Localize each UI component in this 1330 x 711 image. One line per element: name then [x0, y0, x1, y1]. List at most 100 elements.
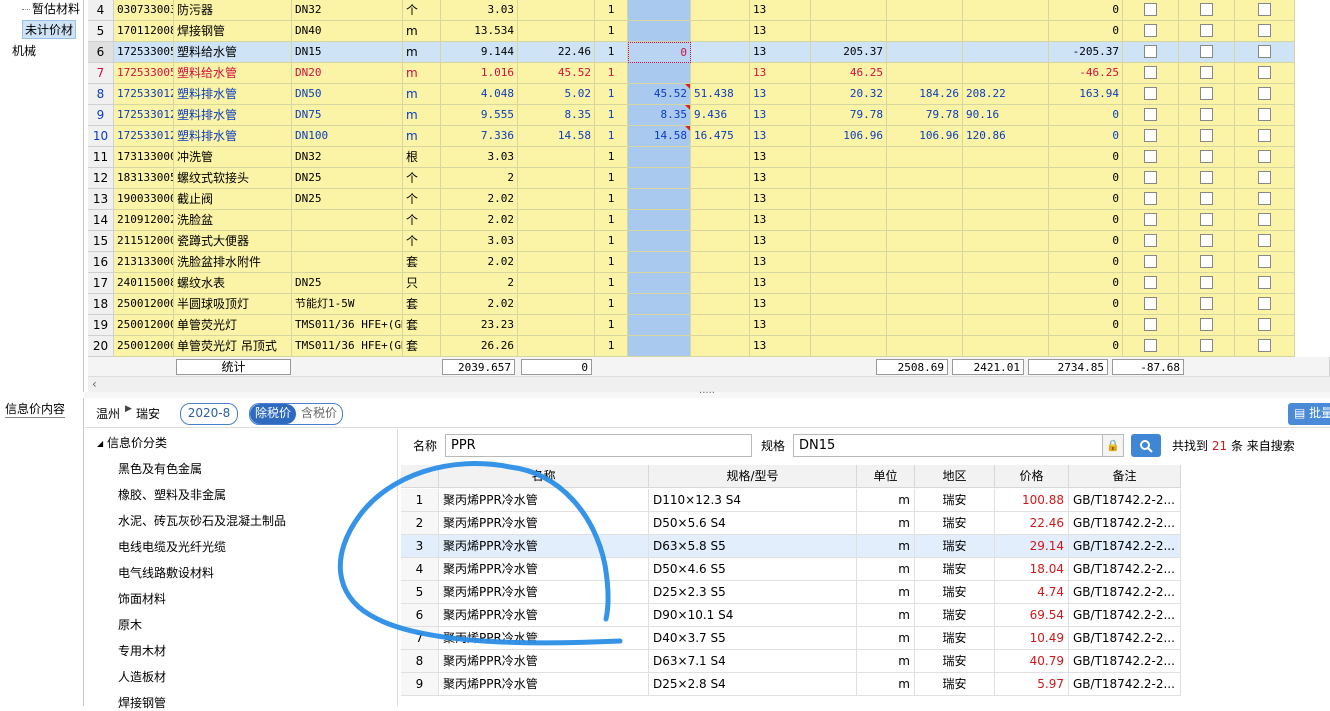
row-checkbox[interactable]	[1144, 150, 1157, 163]
panel-splitter[interactable]: ·····	[84, 389, 1330, 399]
column-header[interactable]: 名称	[439, 465, 649, 488]
grid-checkbox-cell[interactable]	[1179, 21, 1235, 42]
grid-checkbox-cell[interactable]	[1179, 0, 1235, 21]
category-item[interactable]: 人造板材	[118, 668, 166, 685]
category-item[interactable]: 电线电缆及光纤光缆	[118, 538, 226, 555]
grid-checkbox-cell[interactable]	[1123, 315, 1179, 336]
grid-cell-c13[interactable]	[963, 0, 1049, 21]
row-checkbox[interactable]	[1144, 129, 1157, 142]
grid-cell-c13[interactable]	[963, 252, 1049, 273]
grid-cell-c12[interactable]	[887, 336, 963, 357]
period-button[interactable]: 2020-8	[180, 403, 238, 425]
grid-cell-c6[interactable]	[518, 189, 595, 210]
row-checkbox[interactable]	[1200, 234, 1213, 247]
grid-cell-c10[interactable]: 13	[750, 84, 811, 105]
tree-item-provisional-material[interactable]: 暂估材料	[22, 0, 80, 17]
grid-cell-c6[interactable]	[518, 168, 595, 189]
row-checkbox[interactable]	[1144, 108, 1157, 121]
grid-cell-name[interactable]: 螺纹水表	[174, 273, 292, 294]
grid-cell-qty[interactable]: 9.555	[441, 105, 518, 126]
breadcrumb-district[interactable]: 瑞安	[136, 405, 160, 422]
grid-cell-unit[interactable]: m	[403, 42, 441, 63]
grid-checkbox-cell[interactable]	[1123, 168, 1179, 189]
grid-cell-c11[interactable]	[811, 147, 887, 168]
category-header[interactable]: ◢ 信息价分类	[97, 434, 167, 451]
scroll-left-icon[interactable]: ‹	[92, 377, 97, 392]
grid-cell-unit[interactable]: m	[403, 21, 441, 42]
grid-cell-no[interactable]: 14	[88, 210, 114, 231]
grid-cell-c7[interactable]: 1	[595, 336, 628, 357]
grid-checkbox-cell[interactable]	[1235, 105, 1295, 126]
grid-cell-c12[interactable]: 79.78	[887, 105, 963, 126]
row-checkbox[interactable]	[1144, 45, 1157, 58]
grid-cell-c8[interactable]	[628, 252, 691, 273]
grid-checkbox-cell[interactable]	[1123, 294, 1179, 315]
row-checkbox[interactable]	[1200, 129, 1213, 142]
grid-checkbox-cell[interactable]	[1179, 168, 1235, 189]
grid-cell-code[interactable]: 172533012	[114, 126, 174, 147]
grid-cell-qty[interactable]: 1.016	[441, 63, 518, 84]
grid-cell-c13[interactable]	[963, 63, 1049, 84]
grid-cell-c10[interactable]: 13	[750, 273, 811, 294]
grid-cell-unit[interactable]: 套	[403, 336, 441, 357]
row-checkbox[interactable]	[1144, 24, 1157, 37]
grid-cell-name[interactable]: 塑料给水管	[174, 42, 292, 63]
grid-cell-c6[interactable]	[518, 21, 595, 42]
grid-cell-c7[interactable]: 1	[595, 105, 628, 126]
grid-cell-spec[interactable]: DN25	[292, 189, 403, 210]
grid-cell-c14[interactable]: 0	[1049, 0, 1123, 21]
grid-cell-no[interactable]: 7	[88, 63, 114, 84]
grid-cell-c6[interactable]	[518, 273, 595, 294]
grid-cell-c14[interactable]: 0	[1049, 294, 1123, 315]
grid-cell-c12[interactable]	[887, 273, 963, 294]
grid-cell-c13[interactable]	[963, 21, 1049, 42]
grid-cell-c13[interactable]	[963, 336, 1049, 357]
grid-checkbox-cell[interactable]	[1123, 0, 1179, 21]
grid-cell-c13[interactable]	[963, 315, 1049, 336]
grid-checkbox-cell[interactable]	[1235, 126, 1295, 147]
grid-cell-c12[interactable]	[887, 252, 963, 273]
grid-cell-c14[interactable]: 0	[1049, 336, 1123, 357]
column-header[interactable]: 单位	[857, 465, 915, 488]
grid-cell-c10[interactable]: 13	[750, 210, 811, 231]
grid-cell-c12[interactable]	[887, 147, 963, 168]
grid-cell-name[interactable]: 半圆球吸顶灯	[174, 294, 292, 315]
grid-cell-name[interactable]: 塑料给水管	[174, 63, 292, 84]
row-checkbox[interactable]	[1200, 297, 1213, 310]
grid-cell-spec[interactable]: DN50	[292, 84, 403, 105]
grid-checkbox-cell[interactable]	[1235, 315, 1295, 336]
grid-cell-c8[interactable]	[628, 294, 691, 315]
grid-row[interactable]: 17 240115008 螺纹水表 DN25 只 2 1 13 0	[88, 273, 1330, 294]
grid-cell-c10[interactable]: 13	[750, 0, 811, 21]
grid-cell-c9[interactable]	[691, 273, 750, 294]
row-checkbox[interactable]	[1200, 171, 1213, 184]
grid-cell-no[interactable]: 10	[88, 126, 114, 147]
result-row[interactable]: 6 聚丙烯PPR冷水管 D90×10.1 S4 m 瑞安 69.54 GB/T18742.2…	[401, 604, 1181, 627]
grid-cell-c13[interactable]: 90.16	[963, 105, 1049, 126]
grid-checkbox-cell[interactable]	[1235, 168, 1295, 189]
grid-cell-c13[interactable]	[963, 231, 1049, 252]
row-checkbox[interactable]	[1258, 24, 1271, 37]
grid-checkbox-cell[interactable]	[1235, 0, 1295, 21]
grid-cell-c6[interactable]	[518, 231, 595, 252]
tax-excluded-option[interactable]: 除税价	[250, 404, 296, 424]
grid-cell-c6[interactable]: 22.46	[518, 42, 595, 63]
grid-cell-code[interactable]: 183133005	[114, 168, 174, 189]
grid-cell-code[interactable]: 250012000	[114, 315, 174, 336]
row-checkbox[interactable]	[1200, 87, 1213, 100]
grid-cell-qty[interactable]: 23.23	[441, 315, 518, 336]
grid-cell-c12[interactable]	[887, 189, 963, 210]
row-checkbox[interactable]	[1144, 66, 1157, 79]
grid-cell-spec[interactable]: TMS011/36 HFE+(GK	[292, 315, 403, 336]
grid-cell-c11[interactable]: 106.96	[811, 126, 887, 147]
grid-cell-code[interactable]: 190033000	[114, 189, 174, 210]
grid-checkbox-cell[interactable]	[1235, 63, 1295, 84]
grid-cell-spec[interactable]: DN100	[292, 126, 403, 147]
grid-cell-spec[interactable]	[292, 231, 403, 252]
grid-cell-unit[interactable]: m	[403, 105, 441, 126]
grid-cell-name[interactable]: 冲洗管	[174, 147, 292, 168]
grid-checkbox-cell[interactable]	[1235, 189, 1295, 210]
grid-cell-spec[interactable]: DN20	[292, 63, 403, 84]
grid-cell-spec[interactable]: 节能灯1-5W	[292, 294, 403, 315]
grid-cell-c10[interactable]: 13	[750, 42, 811, 63]
